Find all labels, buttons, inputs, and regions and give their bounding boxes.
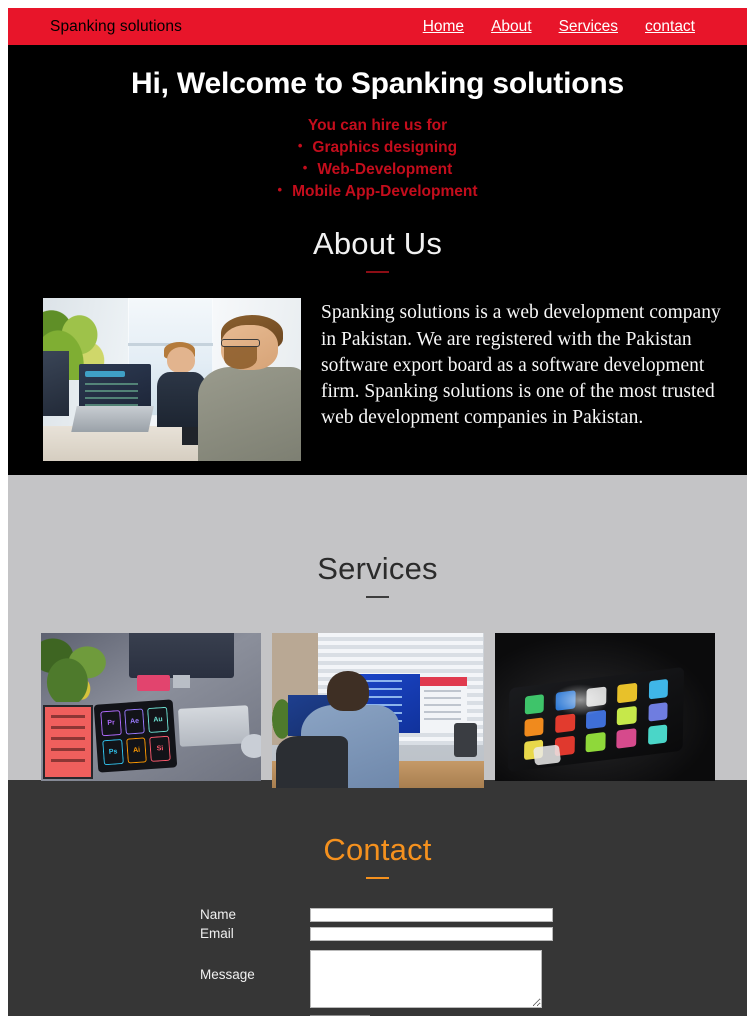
- page-root: Spanking solutions Home About Services c…: [8, 8, 747, 1016]
- email-label: Email: [200, 926, 234, 942]
- hire-intro-text: You can hire us for: [307, 117, 448, 134]
- app-icon: [647, 724, 668, 745]
- app-icon: [648, 678, 668, 699]
- submit-cell: Submit: [310, 1008, 555, 1016]
- app-icon-pr: Pr: [100, 709, 121, 736]
- service-card-mobile-app-development[interactable]: [494, 633, 715, 782]
- app-icon: [585, 732, 606, 753]
- service-card-graphics-design[interactable]: Pr Ae Au Ps Ai Si: [40, 633, 261, 782]
- contact-form: Name Email Message Submit: [200, 907, 555, 1016]
- services-heading: Services: [317, 551, 438, 587]
- about-office-photo: [43, 298, 301, 462]
- list-item: Mobile App-Development: [8, 181, 747, 203]
- app-icon-ps: Ps: [102, 738, 123, 765]
- email-input[interactable]: [310, 926, 553, 941]
- about-heading: About Us: [312, 226, 443, 262]
- nav-link-contact[interactable]: contact: [645, 18, 695, 36]
- submit-button[interactable]: Submit: [310, 1015, 371, 1016]
- contact-heading-rule: [366, 877, 389, 880]
- app-icon-si: Si: [149, 735, 170, 762]
- nav-links: Home About Services contact: [423, 18, 725, 36]
- app-icon: [616, 728, 637, 749]
- nav-link-home[interactable]: Home: [423, 18, 464, 36]
- name-label: Name: [200, 907, 237, 923]
- nav-link-services[interactable]: Services: [559, 18, 618, 36]
- services-section: Services Pr Ae Au Ps Ai Si: [8, 475, 747, 789]
- app-icon: [524, 693, 545, 715]
- navbar: Spanking solutions Home About Services c…: [8, 8, 747, 45]
- service-card-web-development[interactable]: [271, 633, 484, 789]
- app-icon: [523, 716, 544, 738]
- message-label: Message: [200, 967, 255, 983]
- app-icon-au: Au: [147, 706, 168, 733]
- nav-link-about[interactable]: About: [491, 18, 532, 36]
- services-card-row: Pr Ae Au Ps Ai Si: [8, 598, 747, 789]
- app-icon-ai: Ai: [125, 737, 146, 764]
- brand-title: Spanking solutions: [50, 17, 182, 35]
- list-item: Graphics designing: [8, 137, 747, 159]
- about-paragraph: Spanking solutions is a web development …: [321, 302, 721, 428]
- message-textarea[interactable]: [310, 950, 542, 1009]
- app-icon: [616, 705, 637, 726]
- list-item: Web-Development: [8, 159, 747, 181]
- contact-section: Contact Name Email Message Submit: [8, 780, 747, 1016]
- about-content-row: Spanking solutions is a web development …: [8, 273, 747, 462]
- name-input[interactable]: [310, 907, 553, 922]
- app-icon: [647, 701, 668, 722]
- app-icon-ae: Ae: [123, 708, 144, 735]
- hire-services-list: Graphics designing Web-Development Mobil…: [8, 137, 747, 202]
- app-icon: [617, 682, 637, 703]
- hero-and-about-section: Hi, Welcome to Spanking solutions You ca…: [8, 45, 747, 476]
- hero-title: Hi, Welcome to Spanking solutions: [131, 67, 624, 100]
- contact-heading: Contact: [323, 832, 432, 868]
